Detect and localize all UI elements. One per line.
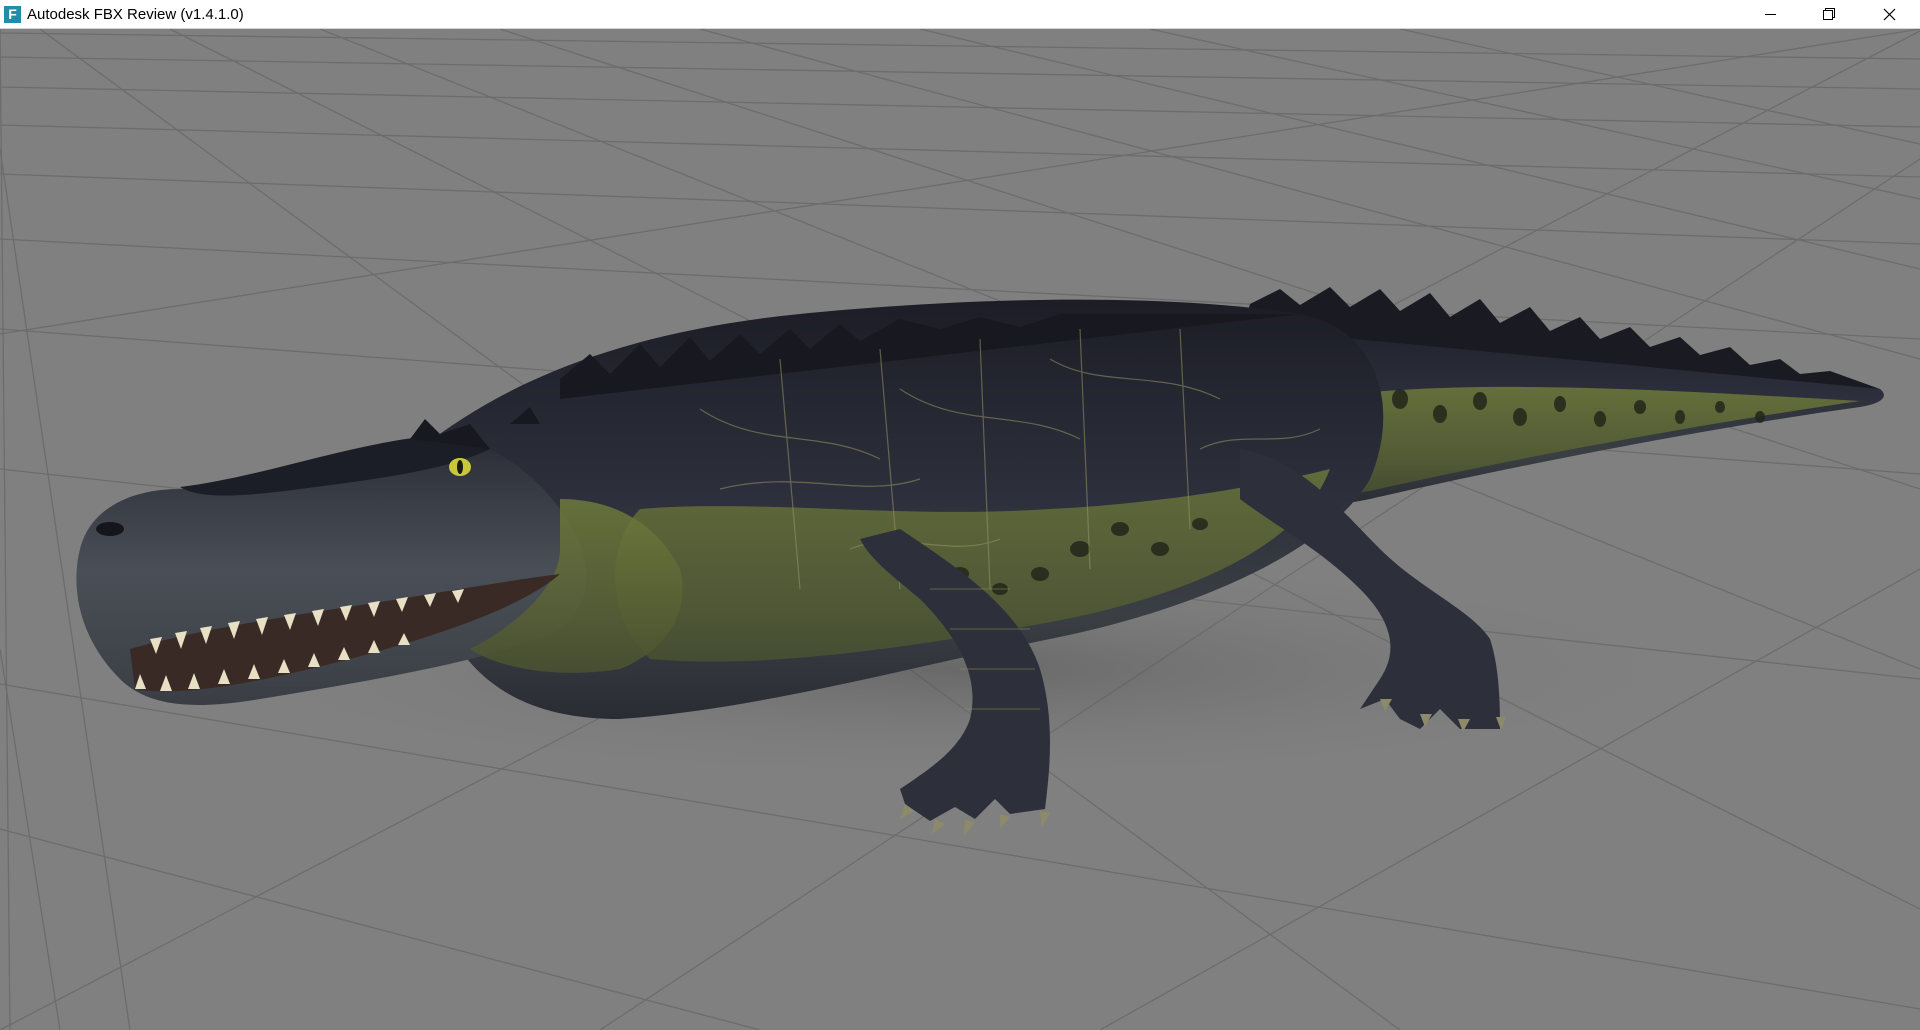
3d-viewport[interactable] — [0, 29, 1920, 1030]
viewport-canvas[interactable] — [0, 29, 1920, 1030]
close-icon — [1883, 8, 1896, 21]
close-button[interactable] — [1858, 0, 1920, 29]
restore-icon — [1823, 8, 1835, 20]
minimize-icon — [1765, 14, 1776, 15]
window-title: Autodesk FBX Review (v1.4.1.0) — [27, 6, 244, 23]
minimize-button[interactable] — [1742, 0, 1799, 29]
fbx-review-logo-icon[interactable]: F — [4, 6, 21, 23]
restore-button[interactable] — [1800, 0, 1857, 29]
alligator-model[interactable] — [76, 287, 1884, 835]
app-window: F Autodesk FBX Review (v1.4.1.0) — [0, 0, 1920, 1030]
title-bar[interactable]: F Autodesk FBX Review (v1.4.1.0) — [0, 0, 1920, 29]
